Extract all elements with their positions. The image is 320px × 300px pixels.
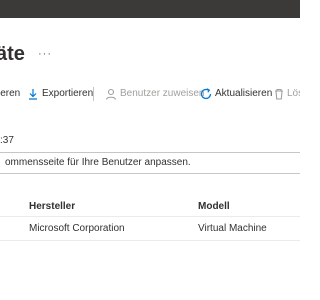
more-options-button[interactable]: ···: [38, 48, 52, 60]
assign-user-label: Benutzer zuweisen: [120, 88, 205, 99]
column-header-model[interactable]: Modell: [198, 201, 230, 212]
toolbar-separator: [93, 87, 94, 101]
download-icon: [29, 89, 37, 100]
delete-button[interactable]: Lös: [272, 84, 300, 104]
command-bar: ieren Exportieren Benutzer zuweisen Aktu…: [0, 84, 300, 104]
person-icon: [105, 88, 117, 100]
refresh-label: Aktualisieren: [215, 88, 273, 99]
manufacturer-cell: Microsoft Corporation: [29, 223, 125, 234]
table-header: Hersteller Modell: [0, 198, 300, 217]
delete-icon: [275, 88, 283, 100]
top-bar: [0, 0, 300, 18]
assign-user-button[interactable]: Benutzer zuweisen: [104, 84, 205, 104]
device-details-page: äte ··· ieren Exportieren Benutzer zuwei…: [0, 0, 300, 300]
toolbar-item-partial-label: ieren: [0, 88, 21, 99]
toolbar-item-partial[interactable]: ieren: [0, 84, 20, 104]
export-label: Exportieren: [42, 88, 94, 99]
refresh-icon: [200, 88, 212, 100]
info-banner-text: ommensseite für Ihre Benutzer anpassen.: [5, 157, 191, 168]
export-button[interactable]: Exportieren: [28, 84, 93, 104]
table-row[interactable]: Microsoft Corporation Virtual Machine: [0, 218, 300, 241]
delete-label: Lös: [287, 88, 300, 99]
refresh-button[interactable]: Aktualisieren: [199, 84, 272, 104]
column-header-manufacturer[interactable]: Hersteller: [29, 201, 75, 212]
model-cell: Virtual Machine: [198, 223, 267, 234]
timestamp: :37: [0, 135, 14, 146]
page-title: äte: [0, 43, 25, 65]
info-banner: ommensseite für Ihre Benutzer anpassen.: [0, 152, 300, 174]
